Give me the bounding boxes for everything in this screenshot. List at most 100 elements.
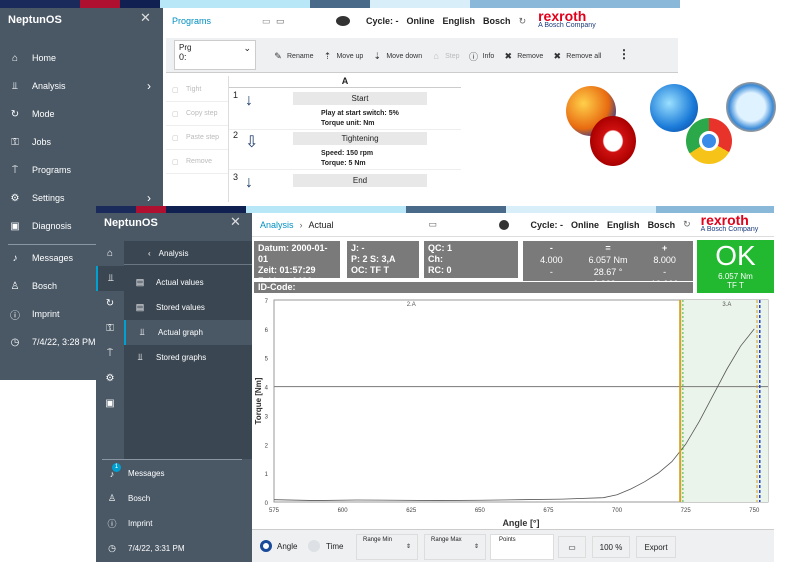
- close-icon[interactable]: ✕: [140, 10, 151, 26]
- sidebar-item-analysis[interactable]: ⫫ Analysis ›: [0, 72, 163, 100]
- home-icon[interactable]: ⌂: [96, 241, 124, 266]
- submenu-item-stored-graphs[interactable]: ⫫ Stored graphs: [124, 345, 252, 370]
- left-tool[interactable]: ▢ Tight: [166, 78, 228, 102]
- stepper-icon[interactable]: ⇕: [474, 543, 479, 550]
- sidebar-item-home[interactable]: ⌂ Home: [0, 44, 163, 72]
- program-step[interactable]: 1 ↓ Start Play at start switch: 5% Torque un…: [229, 90, 461, 130]
- prg-select[interactable]: Prg 0: ⌄: [174, 40, 256, 70]
- icon-rail: ⌂ ⫫ ↻ ⚿ ⍑ ⚙ ▣: [96, 241, 124, 459]
- left-tool-icon: ▢: [172, 110, 179, 118]
- submenu-item-actual-graph[interactable]: ⫫ Actual graph: [124, 320, 252, 345]
- refresh-icon[interactable]: ↻: [519, 16, 527, 27]
- x-axis-label: Angle [°]: [502, 518, 539, 528]
- tool-icon: ⌂: [433, 51, 439, 61]
- cycle-label-front[interactable]: Cycle: -: [531, 220, 564, 230]
- bottom-menu-item[interactable]: ◷ 7/4/22, 3:31 PM: [96, 536, 252, 561]
- breadcrumb-analysis[interactable]: Analysis: [260, 220, 294, 230]
- cycle-label[interactable]: Cycle: -: [366, 16, 399, 26]
- sidebar-item-mode[interactable]: ↻ Mode: [0, 100, 163, 128]
- angle-radio[interactable]: Angle: [260, 540, 297, 552]
- bottom-menu-item[interactable]: ♙ Bosch: [96, 486, 252, 511]
- programs-icon[interactable]: ⍑: [96, 341, 124, 366]
- range-max-field[interactable]: Range Max ⇕: [424, 534, 486, 560]
- front-topbar: Analysis › Actual ▭ Cycle: - Online Engl…: [252, 213, 774, 237]
- tool-info[interactable]: ⓘ Info: [468, 50, 494, 62]
- layout-icon[interactable]: ▭: [262, 16, 276, 27]
- left-tool-icon: ▢: [172, 158, 179, 166]
- info-line: P: 2 S: 3,A: [351, 254, 396, 264]
- online-label[interactable]: Online: [407, 16, 435, 26]
- back-left-tools: ▢ Tight ▢ Copy step ▢ Paste step ▢ Remove: [166, 78, 228, 182]
- message-badge: 1: [112, 463, 121, 472]
- brand-text-front: rexroth: [700, 211, 749, 228]
- table-view-button[interactable]: ▭: [558, 536, 586, 558]
- bottom-menu-item[interactable]: ♪ 1 Messages: [96, 461, 252, 486]
- points-field[interactable]: Points: [490, 534, 554, 560]
- user-label-front[interactable]: Bosch: [648, 220, 676, 230]
- radio-empty-icon: [308, 540, 320, 552]
- record-icon-front[interactable]: [498, 219, 509, 230]
- jobs-icon[interactable]: ⚿: [96, 316, 124, 341]
- refresh-icon-front[interactable]: ↻: [683, 219, 691, 230]
- range-max-label: Range Max: [431, 537, 462, 543]
- language-label-front[interactable]: English: [607, 220, 640, 230]
- left-tool[interactable]: ▢ Remove: [166, 150, 228, 174]
- user-label[interactable]: Bosch: [483, 16, 511, 26]
- device-icon-front[interactable]: ▭: [429, 219, 499, 230]
- analysis-icon[interactable]: ⫫: [96, 266, 124, 291]
- time-radio[interactable]: Time: [308, 540, 343, 552]
- mode-icon[interactable]: ↻: [96, 291, 124, 316]
- close-icon-front[interactable]: ✕: [230, 214, 241, 230]
- export-button[interactable]: Export: [636, 536, 676, 558]
- y-tick-label: 3: [265, 414, 269, 420]
- bottom-menu-item[interactable]: ⓘ Imprint: [96, 511, 252, 536]
- prg-label: Prg: [179, 43, 192, 52]
- tool-label: Rename: [287, 52, 314, 60]
- submenu-item-label: Actual graph: [158, 328, 203, 337]
- tool-rename[interactable]: ✎ Rename: [272, 50, 313, 62]
- app-title-front: NeptunOS: [104, 217, 158, 229]
- column-header: A: [229, 76, 461, 88]
- tool-step[interactable]: ⌂ Step: [430, 50, 459, 62]
- mode-icon: ↻: [10, 108, 20, 120]
- gear-icon[interactable]: ⚙: [96, 366, 124, 391]
- tool-remove[interactable]: ✖ Remove: [502, 50, 543, 62]
- step-detail: Play at start switch: 5%: [321, 110, 399, 117]
- divider-front: [102, 459, 242, 460]
- zoom-button[interactable]: 100 %: [592, 536, 630, 558]
- program-step[interactable]: 2 ⇩ Tightening Speed: 150 rpm Torque: 5 Nm: [229, 130, 461, 170]
- tool-move-up[interactable]: ⇡ Move up: [321, 50, 364, 62]
- brand-logo-front: rexroth A Bosch Company: [700, 211, 759, 235]
- tool-move-down[interactable]: ⇣ Move down: [371, 50, 423, 62]
- status-text: OK: [715, 240, 756, 271]
- language-label[interactable]: English: [443, 16, 476, 26]
- submenu-back[interactable]: ‹ Analysis: [124, 243, 252, 265]
- tool-label: Move up: [336, 52, 364, 60]
- export-label: Export: [644, 542, 668, 552]
- submenu-item-stored-values[interactable]: ▤ Stored values: [124, 295, 252, 320]
- tool-icon: ⇡: [323, 50, 332, 61]
- sidebar-item-programs[interactable]: ⍑ Programs: [0, 156, 163, 184]
- chevron-left-icon: ‹: [148, 249, 151, 258]
- online-label-front[interactable]: Online: [571, 220, 599, 230]
- tool-remove-all[interactable]: ✖ Remove all: [551, 50, 602, 62]
- diagnosis-icon: ▣: [10, 220, 20, 232]
- sidebar-item-jobs[interactable]: ⚿ Jobs: [0, 128, 163, 156]
- status-sub1: 6.057 Nm: [718, 272, 753, 281]
- left-tool[interactable]: ▢ Paste step: [166, 126, 228, 150]
- more-icon[interactable]: ⋮: [618, 47, 630, 61]
- diagnosis-icon[interactable]: ▣: [96, 391, 124, 416]
- record-icon[interactable]: [336, 16, 350, 26]
- torque-chart[interactable]: 0 1 2 3 4 5 6 7 575 600 625 650 675 700 725 750 2.A 3.A An…: [252, 294, 774, 529]
- left-tool[interactable]: ▢ Copy step: [166, 102, 228, 126]
- breadcrumb-separator: ›: [299, 219, 303, 230]
- submenu-item-actual-values[interactable]: ▤ Actual values: [124, 270, 252, 295]
- submenu-item-label: Stored values: [156, 303, 205, 312]
- color-stripe-back: [0, 0, 680, 8]
- limits-cell: -: [549, 267, 553, 277]
- chart-area[interactable]: 0 1 2 3 4 5 6 7 575 600 625 650 675 700 725 750 2.A 3.A An…: [252, 294, 774, 529]
- range-min-field[interactable]: Range Min ⇕: [356, 534, 418, 560]
- stepper-icon[interactable]: ⇕: [406, 543, 411, 550]
- sidebar-item-label: 7/4/22, 3:28 PM: [32, 337, 96, 347]
- device-icon[interactable]: ▭: [276, 16, 336, 27]
